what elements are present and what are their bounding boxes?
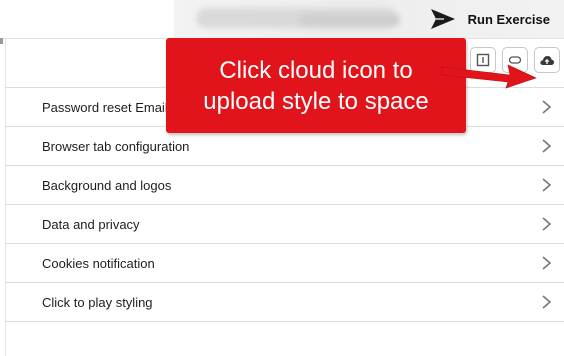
run-exercise-button[interactable]: Run Exercise xyxy=(430,9,550,29)
chevron-right-icon xyxy=(542,295,552,309)
chevron-right-icon xyxy=(542,256,552,270)
tutorial-callout: Click cloud icon to upload style to spac… xyxy=(166,38,466,133)
left-panel-tick xyxy=(0,38,3,44)
top-bar: Run Exercise xyxy=(0,0,564,39)
blurred-content xyxy=(300,14,400,26)
list-item-click-to-play-styling[interactable]: Click to play styling xyxy=(5,283,564,322)
callout-line-2: upload style to space xyxy=(203,87,429,115)
cloud-upload-icon xyxy=(540,56,555,65)
chevron-right-icon xyxy=(542,217,552,231)
list-item-label: Background and logos xyxy=(42,177,172,193)
callout-text: Click cloud icon to upload style to spac… xyxy=(203,55,428,117)
list-item-label: Data and privacy xyxy=(42,216,140,232)
callout-arrow-icon xyxy=(441,64,537,89)
list-item-label: Password reset Email xyxy=(42,99,168,115)
list-item-label: Click to play styling xyxy=(42,294,153,310)
callout-line-1: Click cloud icon to xyxy=(219,56,413,84)
list-item-data-and-privacy[interactable]: Data and privacy xyxy=(5,205,564,244)
chevron-right-icon xyxy=(542,178,552,192)
list-item-label: Browser tab configuration xyxy=(42,138,190,154)
list-item-cookies-notification[interactable]: Cookies notification xyxy=(5,244,564,283)
run-exercise-label: Run Exercise xyxy=(467,11,550,27)
list-item-label: Cookies notification xyxy=(42,255,155,271)
paper-plane-icon xyxy=(430,9,455,29)
list-item-background-and-logos[interactable]: Background and logos xyxy=(5,166,564,205)
chevron-right-icon xyxy=(542,139,552,153)
chevron-right-icon xyxy=(542,100,552,114)
